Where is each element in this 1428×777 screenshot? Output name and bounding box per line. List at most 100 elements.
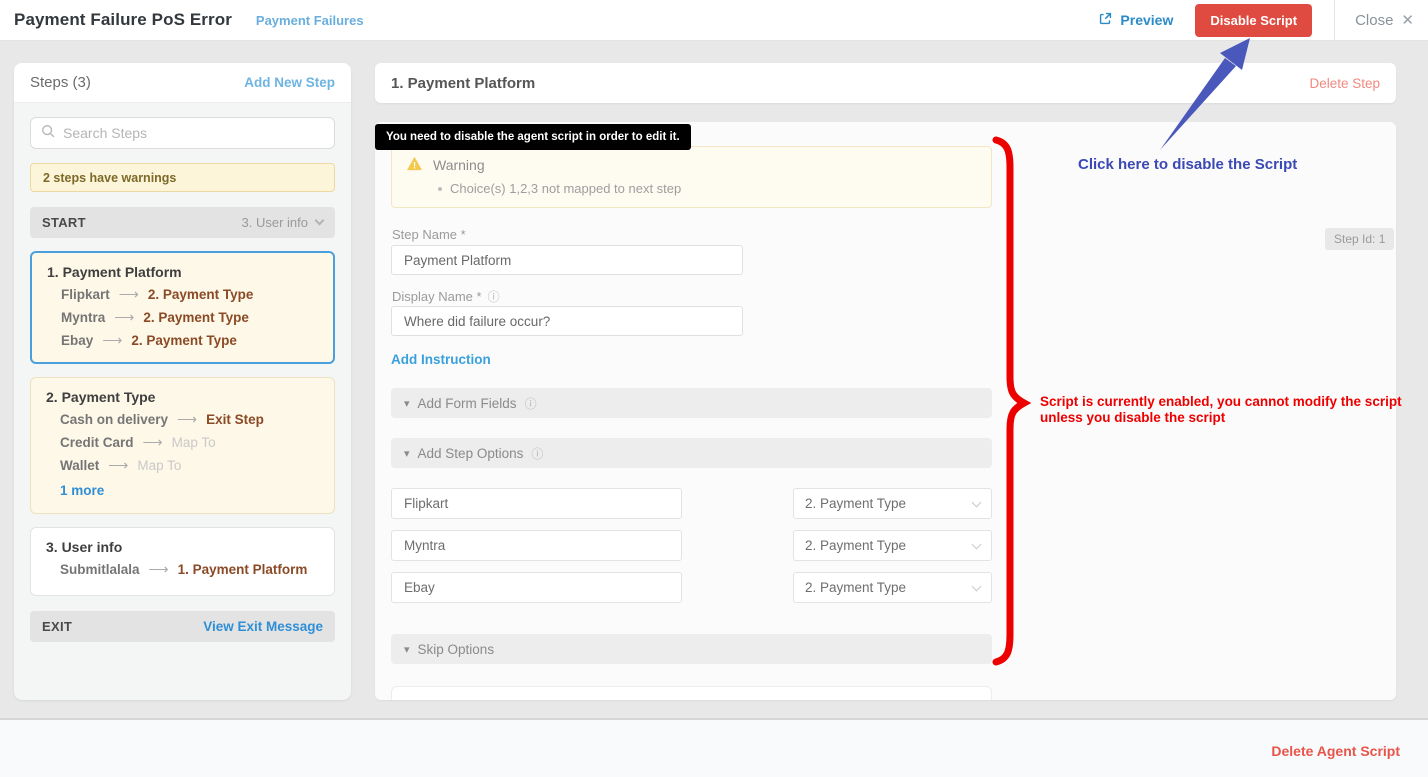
mapping-source: Flipkart <box>61 287 110 302</box>
step-warning-box: ! Warning Choice(s) 1,2,3 not mapped to … <box>391 146 992 208</box>
mapping-row: Flipkart ⟶ 2. Payment Type <box>61 286 318 303</box>
steps-warning-banner: 2 steps have warnings <box>30 163 335 192</box>
accordion-label: Add Step Options <box>418 446 524 461</box>
step-card-title: 1. Payment Platform <box>47 264 318 280</box>
step-name-label-text: Step Name * <box>392 227 466 242</box>
close-button[interactable]: Close ✕ <box>1355 11 1414 29</box>
mapping-source: Credit Card <box>60 435 134 450</box>
chevron-down-icon <box>972 539 982 549</box>
show-more-mappings-link[interactable]: 1 more <box>60 483 319 498</box>
step-card-payment-platform[interactable]: 1. Payment Platform Flipkart ⟶ 2. Paymen… <box>30 251 335 364</box>
mapping-source: Wallet <box>60 458 99 473</box>
long-arrow-icon: ⟶ <box>149 561 169 578</box>
close-label: Close <box>1355 12 1393 29</box>
choice-input-1[interactable] <box>391 488 682 519</box>
page-title: Payment Failure PoS Error <box>14 10 232 30</box>
step-card-user-info[interactable]: 3. User info Submitlalala ⟶ 1. Payment P… <box>30 527 335 596</box>
delete-agent-script-button[interactable]: Delete Agent Script <box>1271 743 1400 759</box>
mapping-source: Myntra <box>61 310 105 325</box>
step-name-label: Step Name * <box>392 227 466 242</box>
steps-sidebar: Steps (3) Add New Step Search Steps 2 st… <box>14 63 351 700</box>
steps-count-title: Steps (3) <box>30 74 91 91</box>
info-icon: ⓘ <box>531 445 543 462</box>
warning-header: ! Warning <box>406 156 977 174</box>
mapping-source: Submitlalala <box>60 562 140 577</box>
mapping-row: Credit Card ⟶ Map To <box>60 434 319 451</box>
long-arrow-icon: ⟶ <box>114 309 134 326</box>
mapping-target-unmapped: Map To <box>172 435 216 450</box>
add-instruction-link[interactable]: Add Instruction <box>391 352 491 367</box>
long-arrow-icon: ⟶ <box>108 457 128 474</box>
exit-label: EXIT <box>42 619 72 634</box>
annotation-enabled-note: Script is currently enabled, you cannot … <box>1040 394 1418 426</box>
mapping-source: Ebay <box>61 333 93 348</box>
search-steps-box[interactable]: Search Steps <box>30 117 335 149</box>
display-name-input[interactable] <box>391 306 743 336</box>
accordion-label: Add Form Fields <box>418 396 517 411</box>
step-id-badge: Step Id: 1 <box>1325 228 1394 250</box>
mapping-row: Cash on delivery ⟶ Exit Step <box>60 411 319 428</box>
caret-down-icon: ▾ <box>404 397 410 410</box>
mapping-row: Myntra ⟶ 2. Payment Type <box>61 309 318 326</box>
display-name-label: Display Name * ⓘ <box>392 288 500 305</box>
mapping-row: Submitlalala ⟶ 1. Payment Platform <box>60 561 319 578</box>
mapping-row: Ebay ⟶ 2. Payment Type <box>61 332 318 349</box>
sidebar-header: Steps (3) Add New Step <box>14 63 351 103</box>
annotation-arrow-icon <box>1128 20 1278 155</box>
step-editor-title: 1. Payment Platform <box>391 75 535 92</box>
mapping-target: 2. Payment Type <box>131 333 237 348</box>
warning-item-text: Choice(s) 1,2,3 not mapped to next step <box>450 181 681 196</box>
delete-step-button[interactable]: Delete Step <box>1309 76 1380 91</box>
display-name-label-text: Display Name * <box>392 289 482 304</box>
select-value: 2. Payment Type <box>805 496 906 511</box>
mapping-target-unmapped: Map To <box>137 458 181 473</box>
chevron-down-icon <box>972 581 982 591</box>
start-target-select[interactable]: 3. User info <box>242 215 323 230</box>
choice-target-select-3[interactable]: 2. Payment Type <box>793 572 992 603</box>
long-arrow-icon: ⟶ <box>119 286 139 303</box>
footer-bar: Delete Agent Script <box>0 718 1428 777</box>
mapping-source: Cash on delivery <box>60 412 168 427</box>
caret-down-icon: ▾ <box>404 643 410 656</box>
add-step-options-accordion[interactable]: ▾ Add Step Options ⓘ <box>391 438 992 468</box>
step-card-title: 2. Payment Type <box>46 389 319 405</box>
long-arrow-icon: ⟶ <box>143 434 163 451</box>
chevron-down-icon <box>315 216 325 226</box>
warning-title: Warning <box>433 157 485 173</box>
annotation-brace-icon <box>986 134 1036 668</box>
accordion-label: Skip Options <box>418 642 495 657</box>
choice-input-2[interactable] <box>391 530 682 561</box>
warning-item: Choice(s) 1,2,3 not mapped to next step <box>438 181 977 196</box>
start-row: START 3. User info <box>30 207 335 238</box>
step-card-payment-type[interactable]: 2. Payment Type Cash on delivery ⟶ Exit … <box>30 377 335 514</box>
add-new-step-button[interactable]: Add New Step <box>244 75 335 90</box>
chevron-down-icon <box>972 497 982 507</box>
start-target-value: 3. User info <box>242 215 308 230</box>
search-icon <box>41 124 55 143</box>
choice-target-select-1[interactable]: 2. Payment Type <box>793 488 992 519</box>
long-arrow-icon: ⟶ <box>177 411 197 428</box>
mapping-row: Wallet ⟶ Map To <box>60 457 319 474</box>
choice-input-3[interactable] <box>391 572 682 603</box>
disabled-edit-tooltip: You need to disable the agent script in … <box>375 124 691 150</box>
mapping-target: Exit Step <box>206 412 264 427</box>
mapping-target: 2. Payment Type <box>148 287 254 302</box>
skip-options-accordion[interactable]: ▾ Skip Options <box>391 634 992 664</box>
step-card-title: 3. User info <box>46 539 319 555</box>
info-icon: ⓘ <box>488 288 500 305</box>
view-exit-message-link[interactable]: View Exit Message <box>203 619 323 634</box>
choice-target-select-2[interactable]: 2. Payment Type <box>793 530 992 561</box>
mapping-target: 1. Payment Platform <box>178 562 308 577</box>
step-name-input[interactable] <box>391 245 743 275</box>
long-arrow-icon: ⟶ <box>102 332 122 349</box>
exit-row: EXIT View Exit Message <box>30 611 335 642</box>
breadcrumb[interactable]: Payment Failures <box>256 13 364 28</box>
add-form-fields-accordion[interactable]: ▾ Add Form Fields ⓘ <box>391 388 992 418</box>
divider <box>1334 0 1335 41</box>
agent-script-editor: Payment Failure PoS Error Payment Failur… <box>0 0 1428 777</box>
info-icon: ⓘ <box>525 395 537 412</box>
sidebar-body: Search Steps 2 steps have warnings START… <box>14 103 351 656</box>
svg-text:!: ! <box>413 161 416 171</box>
caret-down-icon: ▾ <box>404 447 410 460</box>
external-link-icon <box>1098 11 1113 29</box>
